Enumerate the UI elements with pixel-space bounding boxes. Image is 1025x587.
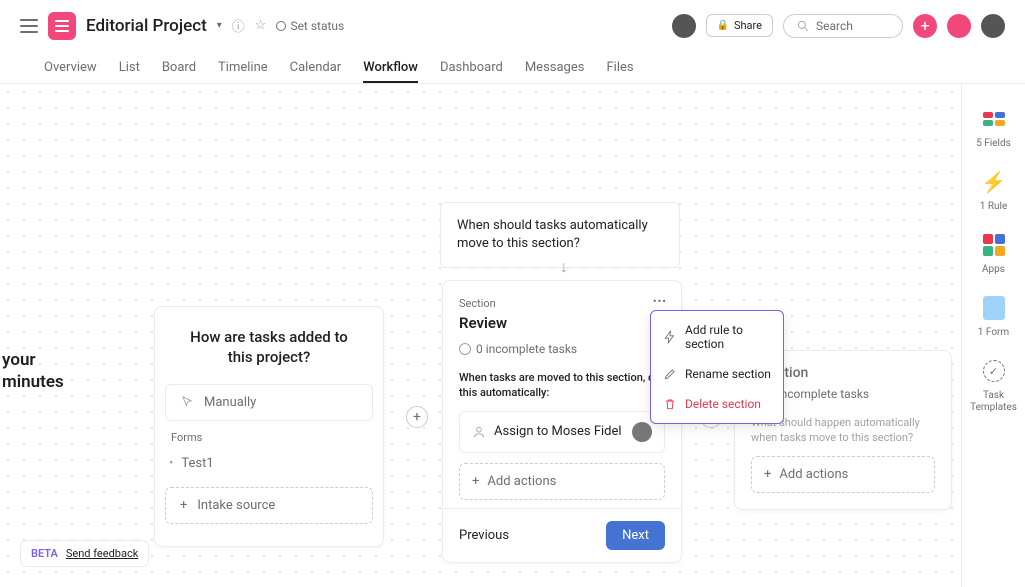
arrow-down-icon: ↓ xyxy=(560,257,568,277)
tab-calendar[interactable]: Calendar xyxy=(290,60,342,75)
rail-fields[interactable]: 5 Fields xyxy=(962,98,1025,155)
section-name: Review xyxy=(459,314,665,332)
plus-icon: + xyxy=(472,474,479,489)
template-icon: ✓ xyxy=(983,360,1005,382)
info-icon[interactable]: ⓘ xyxy=(232,16,245,35)
project-title: Editorial Project xyxy=(86,16,207,36)
menu-rename[interactable]: Rename section xyxy=(651,359,783,389)
rail-form[interactable]: 1 Form xyxy=(962,287,1025,344)
intake-source-button[interactable]: + Intake source xyxy=(165,487,373,524)
search-icon xyxy=(796,19,810,33)
bolt-icon xyxy=(663,330,677,344)
plus-icon: + xyxy=(180,498,187,513)
set-status-button[interactable]: Set status xyxy=(276,19,344,33)
connector-add-1[interactable]: + xyxy=(406,406,428,428)
menu-add-rule[interactable]: Add rule to section xyxy=(651,315,783,359)
menu-delete[interactable]: Delete section xyxy=(651,389,783,419)
trash-icon xyxy=(663,397,677,411)
apps-icon xyxy=(983,234,1005,256)
rail-templates[interactable]: ✓ Task Templates xyxy=(962,350,1025,420)
plus-icon: + xyxy=(764,467,771,482)
tab-messages[interactable]: Messages xyxy=(525,60,585,75)
next-button[interactable]: Next xyxy=(606,521,665,550)
add-actions-button[interactable]: +Add actions xyxy=(459,463,665,500)
global-add-button[interactable]: + xyxy=(913,14,937,38)
automation-instruction: When tasks are moved to this section, do… xyxy=(459,370,665,401)
tab-timeline[interactable]: Timeline xyxy=(218,60,268,75)
manually-row[interactable]: Manually xyxy=(165,384,373,421)
previous-button[interactable]: Previous xyxy=(459,528,509,543)
assign-action[interactable]: Assign to Moses Fidel xyxy=(459,411,665,453)
user-avatar[interactable] xyxy=(981,14,1005,38)
tab-board[interactable]: Board xyxy=(162,60,196,75)
section-review-card: ••• Section Review 0 incomplete tasks Wh… xyxy=(442,280,682,563)
topbar: Editorial Project ▾ ⓘ ☆ Set status 🔒Shar… xyxy=(0,0,1025,52)
pencil-icon xyxy=(663,367,677,381)
workflow-canvas[interactable]: your minutes How are tasks added to this… xyxy=(0,84,961,587)
member-avatar[interactable] xyxy=(672,14,696,38)
project-tabs: Overview List Board Timeline Calendar Wo… xyxy=(0,52,1025,84)
tab-overview[interactable]: Overview xyxy=(44,60,97,75)
check-circle-icon xyxy=(459,343,471,355)
add-actions-button-2[interactable]: +Add actions xyxy=(751,456,935,493)
intake-card: How are tasks added to this project? Man… xyxy=(154,306,384,547)
rail-rule[interactable]: ⚡ 1 Rule xyxy=(962,161,1025,218)
tab-list[interactable]: List xyxy=(119,60,140,75)
right-rail: 5 Fields ⚡ 1 Rule Apps 1 Form ✓ Task Tem… xyxy=(961,84,1025,587)
beta-badge: BETA xyxy=(31,547,58,560)
rail-apps[interactable]: Apps xyxy=(962,224,1025,281)
tab-files[interactable]: Files xyxy=(606,60,633,75)
app-avatar[interactable] xyxy=(947,14,971,38)
fields-icon xyxy=(983,112,1005,126)
form-icon xyxy=(983,296,1005,320)
lock-icon: 🔒 xyxy=(717,20,729,31)
feedback-pill: BETA Send feedback xyxy=(20,540,149,567)
tab-workflow[interactable]: Workflow xyxy=(363,60,418,83)
project-icon[interactable] xyxy=(48,12,76,40)
forms-label: Forms xyxy=(155,423,383,446)
pointer-icon xyxy=(180,395,194,409)
section-context-menu: Add rule to section Rename section Delet… xyxy=(650,310,784,424)
star-icon[interactable]: ☆ xyxy=(255,18,267,33)
incomplete-tasks[interactable]: 0 incomplete tasks xyxy=(459,342,665,356)
intake-title: How are tasks added to this project? xyxy=(155,323,383,382)
share-button[interactable]: 🔒Share xyxy=(706,14,774,37)
cropped-text: your minutes xyxy=(2,349,64,393)
search-input[interactable]: Search xyxy=(783,14,903,38)
section-label: Section xyxy=(459,297,665,310)
assignee-avatar xyxy=(632,422,652,442)
chevron-down-icon[interactable]: ▾ xyxy=(217,20,222,31)
tab-dashboard[interactable]: Dashboard xyxy=(440,60,503,75)
bolt-icon: ⚡ xyxy=(981,170,1006,194)
send-feedback-link[interactable]: Send feedback xyxy=(66,547,138,560)
person-icon xyxy=(472,425,486,439)
form-item[interactable]: Test1 xyxy=(155,446,383,481)
section-more-button[interactable]: ••• xyxy=(653,295,667,308)
hamburger-icon[interactable] xyxy=(20,19,38,33)
